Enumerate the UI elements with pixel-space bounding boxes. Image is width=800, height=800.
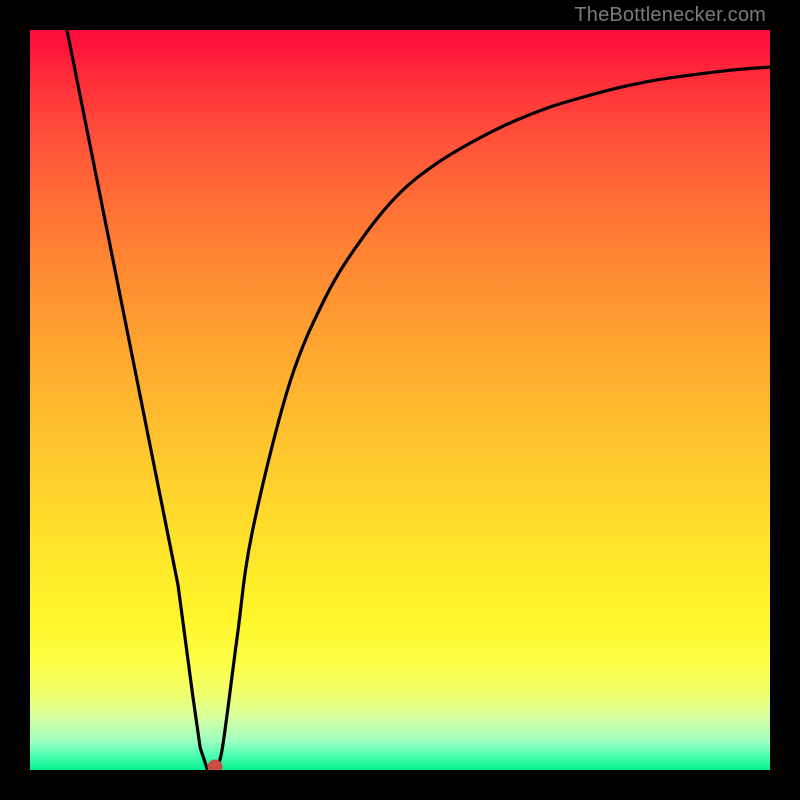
curve-path: [67, 30, 770, 770]
attribution-label: TheBottlenecker.com: [574, 4, 766, 27]
minimum-marker: [208, 760, 222, 770]
bottleneck-curve: [30, 30, 770, 770]
plot-area: [30, 30, 770, 770]
chart-frame: TheBottlenecker.com: [0, 0, 800, 800]
